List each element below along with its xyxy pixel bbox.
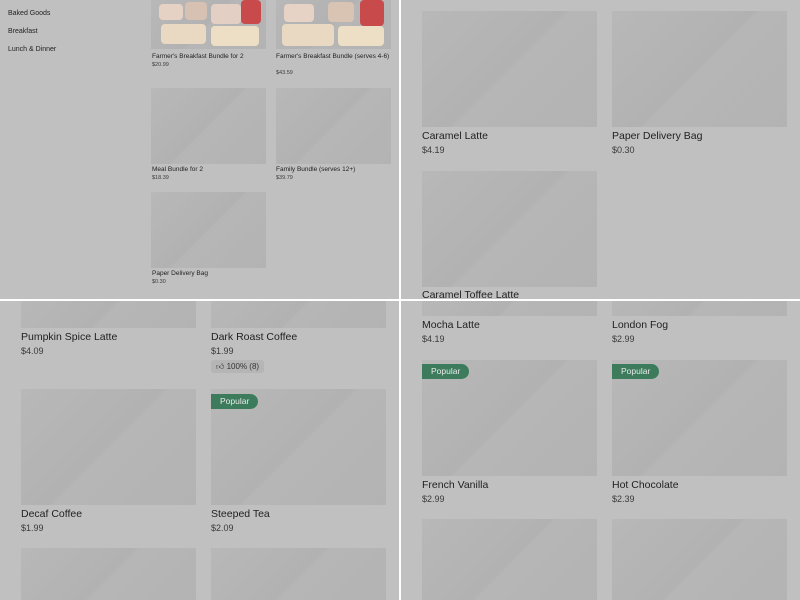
- thumbs-up-icon: 👍︎: [216, 362, 225, 371]
- bundle-5-name[interactable]: Paper Delivery Bag: [152, 270, 266, 278]
- bundle-2-price: $43.59: [276, 70, 293, 76]
- category-baked-goods[interactable]: Baked Goods: [8, 10, 50, 17]
- category-breakfast[interactable]: Breakfast: [8, 28, 38, 35]
- decaf-coffee-image[interactable]: [21, 389, 196, 505]
- caramel-toffee-latte-image[interactable]: [422, 171, 597, 287]
- popular-badge: Popular: [422, 364, 470, 379]
- bundle-3-name[interactable]: Meal Bundle for 2: [152, 166, 266, 174]
- bundle-3-price: $18.39: [152, 175, 169, 181]
- rating-badge: 👍︎ 100% (8): [211, 360, 265, 373]
- london-fog-price: $2.99: [612, 334, 635, 344]
- paper-delivery-bag-image[interactable]: [612, 11, 787, 127]
- french-vanilla-price: $2.99: [422, 494, 445, 504]
- hot-chocolate-price: $2.39: [612, 494, 635, 504]
- rating-text: 100% (8): [226, 362, 260, 371]
- popular-badge: Popular: [211, 394, 259, 409]
- bundle-5-price: $0.30: [152, 279, 166, 285]
- bundles-panel: Baked Goods Breakfast Lunch & Dinner Far…: [0, 0, 399, 299]
- steeped-tea-name[interactable]: Steeped Tea: [211, 508, 270, 520]
- decaf-coffee-price: $1.99: [21, 523, 44, 533]
- farmers-breakfast-bundle-4-6-image[interactable]: [276, 0, 391, 49]
- paper-delivery-bag-price: $0.30: [612, 145, 635, 155]
- steeped-tea-price: $2.09: [211, 523, 234, 533]
- drinks-panel-b: Pumpkin Spice Latte $4.09 Dark Roast Cof…: [0, 301, 399, 600]
- bundle-1-name[interactable]: Farmer's Breakfast Bundle for 2: [152, 53, 266, 61]
- paper-delivery-bag-image[interactable]: [151, 192, 266, 268]
- decaf-coffee-name[interactable]: Decaf Coffee: [21, 508, 82, 520]
- meal-bundle-2-image[interactable]: [151, 88, 266, 164]
- mocha-latte-price: $4.19: [422, 334, 445, 344]
- pumpkin-spice-latte-name[interactable]: Pumpkin Spice Latte: [21, 331, 117, 343]
- hot-chocolate-name[interactable]: Hot Chocolate: [612, 479, 679, 491]
- mocha-latte-image[interactable]: [422, 301, 597, 316]
- product-image[interactable]: [21, 548, 196, 600]
- paper-delivery-bag-name[interactable]: Paper Delivery Bag: [612, 130, 702, 142]
- family-bundle-image[interactable]: [276, 88, 391, 164]
- popular-badge: Popular: [612, 364, 660, 379]
- french-vanilla-name[interactable]: French Vanilla: [422, 479, 488, 491]
- caramel-toffee-latte-name[interactable]: Caramel Toffee Latte: [422, 289, 519, 299]
- pumpkin-spice-latte-price: $4.09: [21, 346, 44, 356]
- london-fog-image[interactable]: [612, 301, 787, 316]
- mocha-latte-name[interactable]: Mocha Latte: [422, 319, 480, 331]
- product-image[interactable]: [612, 519, 787, 600]
- product-image[interactable]: [211, 548, 386, 600]
- pumpkin-spice-latte-image[interactable]: [21, 301, 196, 328]
- caramel-latte-price: $4.19: [422, 145, 445, 155]
- dark-roast-coffee-name[interactable]: Dark Roast Coffee: [211, 331, 297, 343]
- drinks-panel-c: Mocha Latte $4.19 London Fog $2.99 Popul…: [401, 301, 800, 600]
- product-image[interactable]: [422, 519, 597, 600]
- dark-roast-coffee-image[interactable]: [211, 301, 386, 328]
- bundle-4-name[interactable]: Family Bundle (serves 12+): [276, 166, 392, 174]
- bundle-4-price: $39.79: [276, 175, 293, 181]
- category-lunch-dinner[interactable]: Lunch & Dinner: [8, 46, 56, 53]
- farmers-breakfast-bundle-2-image[interactable]: [151, 0, 266, 49]
- caramel-latte-image[interactable]: [422, 11, 597, 127]
- bundle-2-name[interactable]: Farmer's Breakfast Bundle (serves 4-6): [276, 53, 392, 61]
- dark-roast-coffee-price: $1.99: [211, 346, 234, 356]
- drinks-panel-a: Caramel Latte $4.19 Paper Delivery Bag $…: [401, 0, 800, 299]
- caramel-latte-name[interactable]: Caramel Latte: [422, 130, 488, 142]
- bundle-1-price: $20.99: [152, 62, 169, 68]
- london-fog-name[interactable]: London Fog: [612, 319, 668, 331]
